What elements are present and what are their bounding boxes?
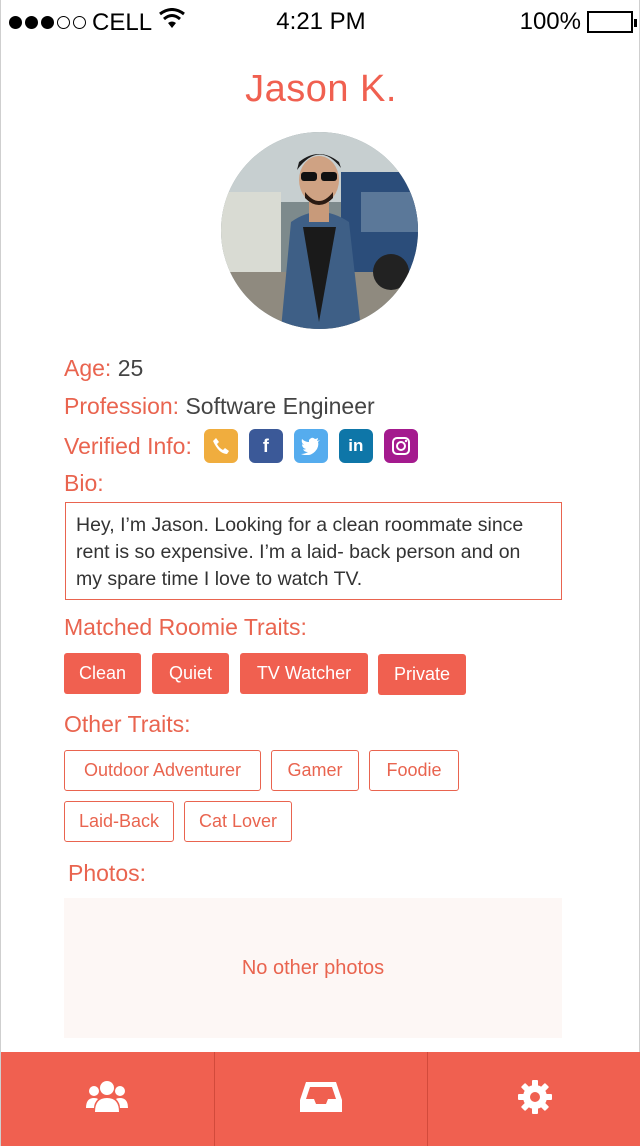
other-trait-tag[interactable]: Gamer: [271, 750, 359, 791]
phone-icon[interactable]: [203, 429, 238, 463]
twitter-icon[interactable]: [293, 429, 328, 463]
tab-bar: [1, 1052, 640, 1146]
profile-name: Jason K.: [245, 68, 397, 110]
profession-value: Software Engineer: [185, 393, 375, 419]
facebook-icon[interactable]: f: [248, 429, 283, 463]
no-photos-text: No other photos: [241, 956, 385, 979]
battery-icon: [587, 11, 637, 33]
age-label: Age:: [64, 355, 112, 381]
other-traits-title: Other Traits:: [64, 711, 191, 737]
gear-icon: [517, 1079, 553, 1120]
other-trait-tag[interactable]: Outdoor Adventurer: [64, 750, 261, 791]
instagram-icon[interactable]: [383, 429, 418, 463]
photos-title: Photos:: [68, 860, 146, 886]
photos-area: No other photos: [64, 898, 562, 1038]
status-bar: CELL 4:21 PM 100%: [1, 0, 640, 44]
matched-trait-tag[interactable]: Private: [378, 654, 466, 695]
other-trait-tag[interactable]: Foodie: [369, 750, 459, 791]
users-icon: [86, 1078, 129, 1121]
bio-text: Hey, I’m Jason. Looking for a clean room…: [65, 502, 562, 600]
age-row: Age: 25: [64, 355, 143, 382]
tab-inbox[interactable]: [215, 1052, 429, 1146]
avatar[interactable]: [221, 132, 418, 329]
other-trait-tag[interactable]: Cat Lover: [184, 801, 292, 842]
inbox-icon: [300, 1080, 342, 1119]
carrier-label: CELL: [92, 8, 153, 36]
signal-strength-icon: [9, 16, 86, 29]
other-trait-tag[interactable]: Laid-Back: [64, 801, 174, 842]
matched-trait-tag[interactable]: Clean: [64, 653, 141, 694]
bio-label: Bio:: [64, 470, 104, 496]
age-value: 25: [117, 355, 144, 381]
tab-settings[interactable]: [428, 1052, 640, 1146]
battery-percent: 100%: [519, 8, 581, 35]
wifi-icon: [158, 8, 186, 37]
matched-traits-title: Matched Roomie Traits:: [64, 614, 307, 640]
profession-row: Profession: Software Engineer: [64, 393, 375, 420]
matched-trait-tag[interactable]: Quiet: [152, 653, 229, 694]
tab-roommates[interactable]: [1, 1052, 215, 1146]
verified-info-row: Verified Info: f in: [64, 428, 418, 464]
linkedin-icon[interactable]: in: [338, 429, 373, 463]
matched-trait-tag[interactable]: TV Watcher: [240, 653, 368, 694]
verified-label: Verified Info:: [64, 432, 192, 459]
profession-label: Profession:: [64, 393, 180, 419]
